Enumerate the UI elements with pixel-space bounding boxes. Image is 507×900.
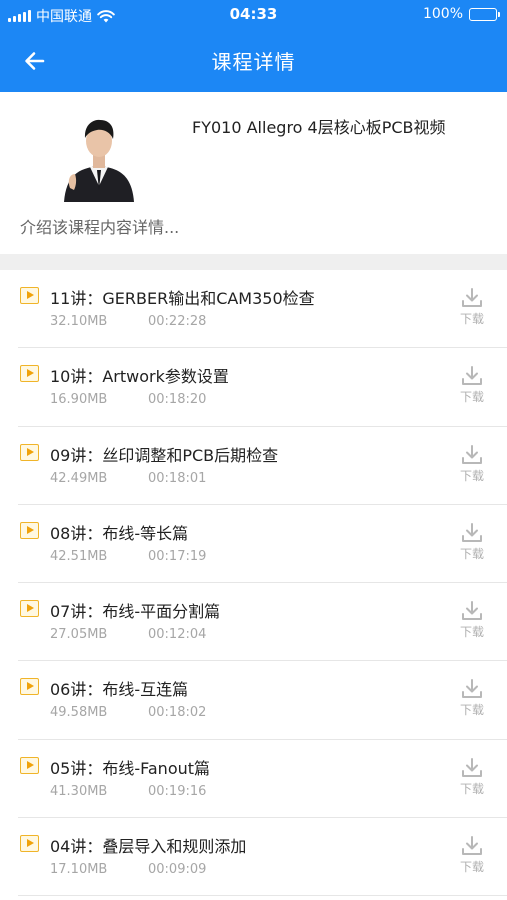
download-button[interactable]: 下载	[455, 444, 489, 489]
lesson-title: 09讲：丝印调整和PCB后期检查	[50, 445, 279, 465]
download-button[interactable]: 下载	[455, 522, 489, 567]
lesson-title: 06讲：布线-互连篇	[50, 680, 189, 700]
download-icon	[462, 444, 482, 464]
course-title: FY010 Allegro 4层核心板PCB视频	[192, 118, 446, 137]
download-button[interactable]: 下载	[455, 366, 489, 410]
lesson-duration: 00:17:19	[148, 548, 207, 564]
download-label: 下载	[459, 390, 484, 405]
download-button[interactable]: 下载	[455, 601, 489, 645]
nav-bar: 课程详情	[0, 30, 507, 92]
lesson-item[interactable]: 11讲：GERBER输出和CAM350检查 32.10MB 00:22:28 下…	[18, 270, 507, 349]
play-icon	[20, 835, 39, 853]
play-icon	[20, 287, 39, 304]
battery-percent: 100%	[422, 6, 463, 22]
lesson-size: 41.30MB	[50, 783, 108, 799]
download-button[interactable]: 下载	[455, 836, 489, 880]
lesson-item[interactable]: 07讲：布线-平面分割篇 27.05MB 00:12:04 下载	[18, 583, 507, 662]
lesson-title: 08讲：布线-等长篇	[50, 523, 189, 543]
download-icon	[462, 522, 482, 542]
lesson-size: 17.10MB	[50, 862, 108, 878]
teacher-photo	[58, 110, 140, 202]
lesson-size: 16.90MB	[50, 392, 108, 408]
status-bar: 中国联通 04:33 100%	[0, 0, 507, 30]
lesson-title: 10讲：Artwork参数设置	[50, 367, 229, 387]
lesson-list: 11讲：GERBER输出和CAM350检查 32.10MB 00:22:28 下…	[0, 270, 507, 897]
lesson-title: 04讲：叠层导入和规则添加	[50, 837, 247, 857]
lesson-item[interactable]: 04讲：叠层导入和规则添加 17.10MB 00:09:09 下载	[18, 818, 507, 897]
lesson-size: 27.05MB	[50, 627, 108, 643]
lesson-duration: 00:22:28	[148, 314, 207, 329]
course-info: FY010 Allegro 4层核心板PCB视频 介绍该课程内容详情...	[0, 92, 507, 254]
lesson-title: 05讲：布线-Fanout篇	[50, 758, 211, 778]
lesson-duration: 00:12:04	[148, 627, 207, 643]
download-label: 下载	[459, 860, 484, 875]
play-icon	[20, 678, 39, 696]
lesson-item[interactable]: 10讲：Artwork参数设置 16.90MB 00:18:20 下载	[18, 348, 507, 427]
download-icon	[462, 366, 482, 386]
download-label: 下载	[459, 546, 484, 561]
download-label: 下载	[459, 312, 484, 326]
lesson-size: 49.58MB	[50, 705, 108, 721]
lesson-duration: 00:09:09	[148, 862, 207, 878]
download-icon	[462, 836, 482, 856]
lesson-size: 32.10MB	[50, 314, 108, 329]
lesson-size: 42.49MB	[50, 470, 108, 486]
play-icon	[20, 365, 39, 383]
download-button[interactable]: 下载	[455, 757, 489, 802]
lesson-duration: 00:18:01	[148, 470, 207, 486]
download-button[interactable]: 下载	[455, 288, 489, 332]
play-icon	[20, 443, 39, 461]
lesson-item[interactable]: 09讲：丝印调整和PCB后期检查 42.49MB 00:18:01 下载	[18, 427, 507, 505]
lesson-duration: 00:18:02	[148, 705, 207, 721]
download-icon	[462, 601, 482, 621]
download-icon	[462, 288, 482, 307]
lesson-title: 07讲：布线-平面分割篇	[50, 602, 221, 622]
play-icon	[20, 756, 39, 774]
section-divider	[0, 254, 507, 270]
page-title: 课程详情	[211, 50, 296, 74]
lesson-item[interactable]: 05讲：布线-Fanout篇 41.30MB 00:19:16 下载	[18, 740, 507, 819]
lesson-item[interactable]: 08讲：布线-等长篇 42.51MB 00:17:19 下载	[18, 505, 507, 584]
play-icon	[20, 600, 39, 618]
download-label: 下载	[459, 468, 484, 483]
download-button[interactable]: 下载	[455, 679, 489, 723]
play-icon	[20, 521, 39, 539]
download-label: 下载	[459, 703, 484, 718]
lesson-size: 42.51MB	[50, 548, 108, 564]
header: 中国联通 04:33 100% 课程详情	[0, 0, 507, 92]
download-icon	[462, 757, 482, 777]
download-icon	[462, 679, 482, 699]
battery-icon	[469, 7, 500, 21]
lesson-item[interactable]: 06讲：布线-互连篇 49.58MB 00:18:02 下载	[18, 661, 507, 740]
status-right: 100%	[422, 6, 500, 22]
course-description[interactable]: 介绍该课程内容详情...	[20, 214, 179, 238]
download-label: 下载	[459, 781, 484, 796]
download-label: 下载	[459, 625, 484, 640]
lesson-title: 11讲：GERBER输出和CAM350检查	[50, 289, 315, 308]
lesson-duration: 00:19:16	[148, 783, 207, 799]
lesson-duration: 00:18:20	[148, 392, 207, 408]
